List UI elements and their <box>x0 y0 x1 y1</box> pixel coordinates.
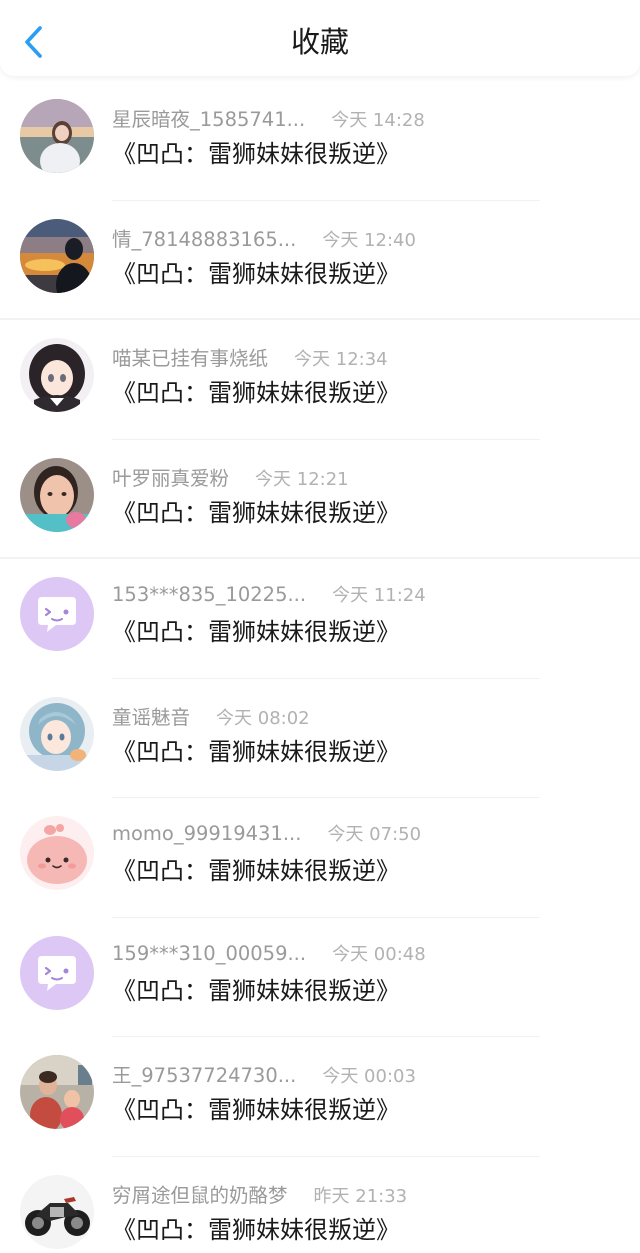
favorites-list: 星辰暗夜_1585741... 今天 14:28 《凹凸：雷狮妹妹很叛逆》 情_… <box>0 81 640 1253</box>
list-item[interactable]: 王_97537724730... 今天 00:03 《凹凸：雷狮妹妹很叛逆》 <box>0 1037 640 1157</box>
photo-avatar-icon <box>20 457 94 532</box>
list-item[interactable]: 叶罗丽真爱粉 今天 12:21 《凹凸：雷狮妹妹很叛逆》 <box>0 440 640 559</box>
user-avatar[interactable] <box>20 1174 94 1249</box>
favorite-title[interactable]: 《凹凸：雷狮妹妹很叛逆》 <box>112 615 400 649</box>
page-title: 收藏 <box>290 25 349 59</box>
item-meta: 159***310_00059... 今天 00:48 <box>112 940 426 970</box>
item-meta: 喵某已挂有事烧纸 今天 12:34 <box>112 342 388 372</box>
item-meta: momo_99919431... 今天 07:50 <box>112 820 421 850</box>
user-name[interactable]: 喵某已挂有事烧纸 <box>112 342 268 371</box>
user-avatar[interactable] <box>20 1055 94 1129</box>
timestamp: 今天 00:03 <box>322 1066 416 1087</box>
motorcycle-avatar-icon <box>20 1174 94 1249</box>
user-name[interactable]: 王_97537724730... <box>112 1059 296 1088</box>
timestamp: 今天 08:02 <box>216 707 310 729</box>
list-item[interactable]: 159***310_00059... 今天 00:48 《凹凸：雷狮妹妹很叛逆》 <box>0 918 640 1038</box>
favorite-title[interactable]: 《凹凸：雷狮妹妹很叛逆》 <box>112 735 400 769</box>
photo-avatar-icon <box>20 99 94 173</box>
favorite-title[interactable]: 《凹凸：雷狮妹妹很叛逆》 <box>112 1093 400 1127</box>
list-item[interactable]: momo_99919431... 今天 07:50 《凹凸：雷狮妹妹很叛逆》 <box>0 798 640 918</box>
top-bar: 收藏 <box>0 0 640 76</box>
user-avatar[interactable] <box>20 457 94 532</box>
chat-bubble-avatar-icon <box>20 935 94 1010</box>
anime-avatar-icon <box>20 696 94 771</box>
anime-avatar-icon <box>20 338 94 412</box>
timestamp: 昨天 21:33 <box>313 1185 408 1207</box>
cartoon-avatar-icon <box>20 816 94 890</box>
user-avatar[interactable] <box>20 99 94 173</box>
list-item[interactable]: 情_78148883165... 今天 12:40 《凹凸：雷狮妹妹很叛逆》 <box>0 201 640 320</box>
favorite-title[interactable]: 《凹凸：雷狮妹妹很叛逆》 <box>112 854 400 888</box>
list-item[interactable]: 星辰暗夜_1585741... 今天 14:28 《凹凸：雷狮妹妹很叛逆》 <box>0 81 640 201</box>
item-meta: 穷屑途但鼠的奶酪梦 昨天 21:33 <box>112 1179 407 1209</box>
user-avatar[interactable] <box>20 218 94 293</box>
favorite-title[interactable]: 《凹凸：雷狮妹妹很叛逆》 <box>112 257 400 291</box>
favorite-title[interactable]: 《凹凸：雷狮妹妹很叛逆》 <box>112 376 400 410</box>
favorites-page: 收藏 星辰暗夜_1585741... 今天 14:28 《凹凸：雷狮妹妹很叛逆》 <box>0 0 640 1253</box>
list-item[interactable]: 喵某已挂有事烧纸 今天 12:34 《凹凸：雷狮妹妹很叛逆》 <box>0 320 640 440</box>
favorite-title[interactable]: 《凹凸：雷狮妹妹很叛逆》 <box>112 137 400 171</box>
favorite-title[interactable]: 《凹凸：雷狮妹妹很叛逆》 <box>112 1213 400 1247</box>
timestamp: 今天 11:24 <box>332 585 426 606</box>
user-avatar[interactable] <box>20 577 94 651</box>
user-name[interactable]: 叶罗丽真爱粉 <box>112 462 229 491</box>
user-avatar[interactable] <box>20 935 94 1010</box>
user-name[interactable]: 星辰暗夜_1585741... <box>112 103 305 132</box>
timestamp: 今天 12:21 <box>255 468 349 490</box>
favorite-title[interactable]: 《凹凸：雷狮妹妹很叛逆》 <box>112 496 400 530</box>
user-avatar[interactable] <box>20 696 94 771</box>
user-name[interactable]: 穷屑途但鼠的奶酪梦 <box>112 1179 288 1208</box>
user-avatar[interactable] <box>20 338 94 412</box>
item-meta: 王_97537724730... 今天 00:03 <box>112 1059 416 1089</box>
item-meta: 情_78148883165... 今天 12:40 <box>112 223 416 253</box>
list-item[interactable]: 153***835_10225... 今天 11:24 《凹凸：雷狮妹妹很叛逆》 <box>0 559 640 679</box>
photo-avatar-icon <box>20 218 94 293</box>
item-meta: 叶罗丽真爱粉 今天 12:21 <box>112 462 349 492</box>
timestamp: 今天 12:40 <box>322 229 416 251</box>
item-meta: 星辰暗夜_1585741... 今天 14:28 <box>112 103 425 133</box>
timestamp: 今天 07:50 <box>327 824 422 845</box>
user-name[interactable]: 153***835_10225... <box>112 583 306 606</box>
user-avatar[interactable] <box>20 816 94 890</box>
favorite-title[interactable]: 《凹凸：雷狮妹妹很叛逆》 <box>112 974 400 1008</box>
timestamp: 今天 00:48 <box>332 943 426 965</box>
list-item[interactable]: 穷屑途但鼠的奶酪梦 昨天 21:33 《凹凸：雷狮妹妹很叛逆》 <box>0 1157 640 1253</box>
timestamp: 今天 14:28 <box>331 110 425 131</box>
item-meta: 153***835_10225... 今天 11:24 <box>112 581 426 611</box>
user-name[interactable]: 情_78148883165... <box>112 223 296 252</box>
photo-avatar-icon <box>20 1055 94 1129</box>
timestamp: 今天 12:34 <box>294 349 388 370</box>
user-name[interactable]: 童谣魅音 <box>112 701 190 730</box>
user-name[interactable]: momo_99919431... <box>112 822 301 845</box>
user-name[interactable]: 159***310_00059... <box>112 942 306 965</box>
item-meta: 童谣魅音 今天 08:02 <box>112 701 310 731</box>
chat-bubble-avatar-icon <box>20 577 94 651</box>
list-item[interactable]: 童谣魅音 今天 08:02 《凹凸：雷狮妹妹很叛逆》 <box>0 679 640 799</box>
